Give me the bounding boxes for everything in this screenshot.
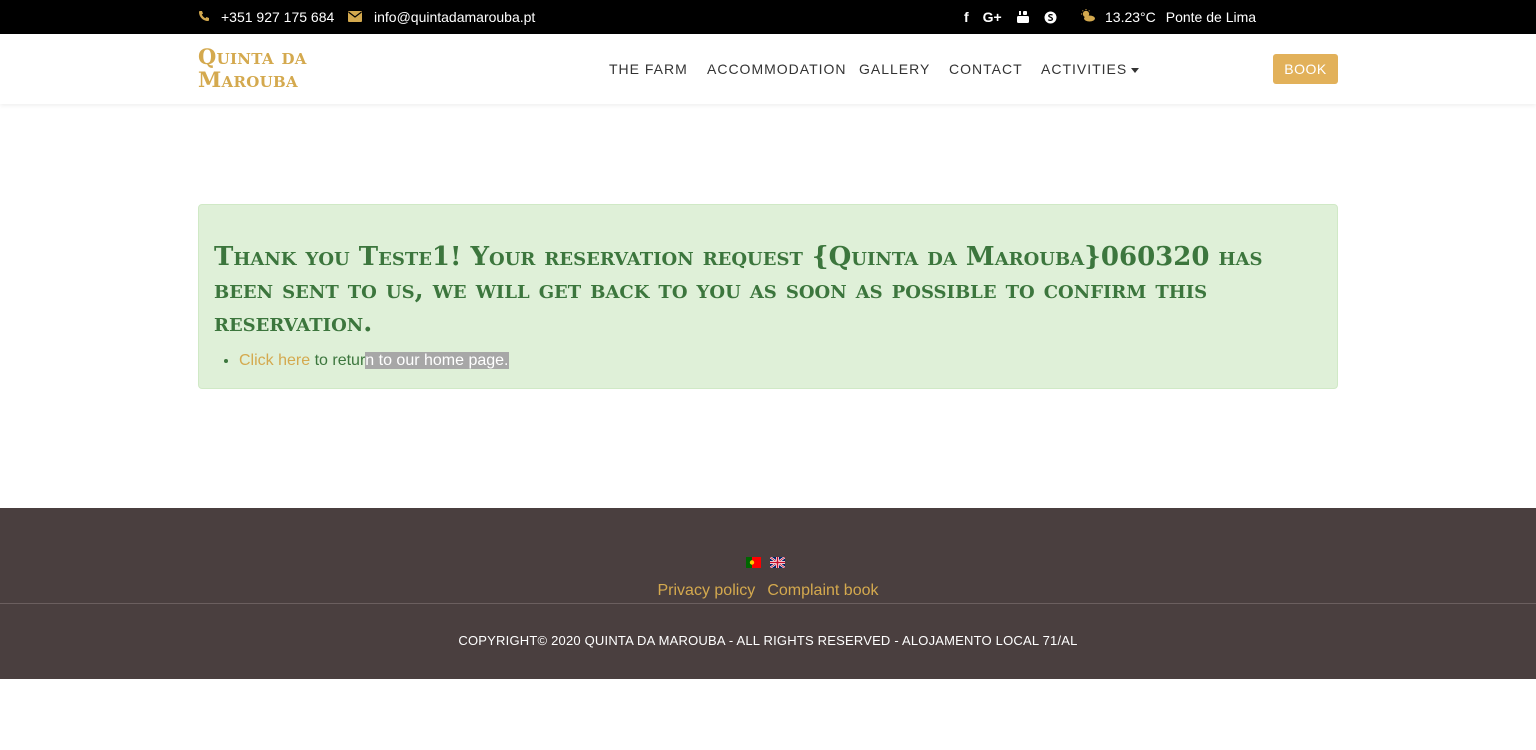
nav-item-gallery[interactable]: GALLERY <box>859 60 930 78</box>
facebook-icon[interactable]: f <box>964 10 969 24</box>
nav-item-activities-label: ACTIVITIES <box>1041 61 1128 77</box>
list-item: Click here to return to our home page. <box>239 351 509 371</box>
location: Ponte de Lima <box>1165 9 1257 25</box>
social-links: f G+ <box>964 0 1057 34</box>
phone-contact[interactable]: +351 927 175 684 <box>198 0 334 34</box>
logo-line-2: Marouba <box>198 67 298 92</box>
portugal-flag-icon[interactable] <box>746 557 761 568</box>
skype-icon[interactable] <box>1044 11 1057 24</box>
main-navbar: Quinta da Marouba THE FARM ACCOMMODATION… <box>0 34 1536 104</box>
book-button[interactable]: BOOK <box>1273 54 1338 84</box>
weather-widget: 13.23°C Ponte de Lima <box>1080 0 1256 34</box>
language-switcher <box>746 557 785 568</box>
caret-down-icon <box>1131 67 1140 73</box>
copyright-text: COPYRIGHT© 2020 QUINTA DA MAROUBA - ALL … <box>458 633 1078 648</box>
top-bar: +351 927 175 684 info@quintadamarouba.pt… <box>0 0 1536 34</box>
temperature: 13.23°C <box>1105 9 1156 25</box>
nav-item-accommodation[interactable]: ACCOMMODATION <box>707 60 847 78</box>
footer-divider <box>0 603 1536 604</box>
site-footer: Privacy policy Complaint book COPYRIGHT© … <box>0 508 1536 679</box>
reservation-success-alert: Thank you Teste1! Your reservation reque… <box>198 204 1338 389</box>
selected-text: n to our home page. <box>365 352 509 369</box>
youtube-icon[interactable] <box>1016 10 1030 24</box>
email-contact[interactable]: info@quintadamarouba.pt <box>348 0 535 34</box>
logo-line-1: Quinta da <box>198 44 307 69</box>
privacy-policy-link[interactable]: Privacy policy <box>658 582 756 599</box>
alert-links-list: Click here to return to our home page. <box>239 351 509 371</box>
nav-item-contact[interactable]: CONTACT <box>949 60 1023 78</box>
email-address: info@quintadamarouba.pt <box>374 9 536 25</box>
phone-icon <box>198 10 210 25</box>
uk-flag-icon[interactable] <box>770 557 785 568</box>
confirmation-message: Thank you Teste1! Your reservation reque… <box>214 242 1263 338</box>
nav-item-activities[interactable]: ACTIVITIES <box>1041 60 1140 78</box>
envelope-icon <box>348 10 362 25</box>
partly-sunny-icon <box>1080 9 1096 25</box>
site-logo[interactable]: Quinta da Marouba <box>198 45 358 91</box>
complaint-book-link[interactable]: Complaint book <box>767 582 878 599</box>
link-suffix-text: to retur <box>310 352 366 369</box>
google-plus-icon[interactable]: G+ <box>983 10 1002 24</box>
footer-links: Privacy policy Complaint book <box>0 582 1536 600</box>
nav-item-the-farm[interactable]: THE FARM <box>609 60 688 78</box>
home-page-link[interactable]: Click here <box>239 352 310 369</box>
phone-number: +351 927 175 684 <box>221 9 335 25</box>
